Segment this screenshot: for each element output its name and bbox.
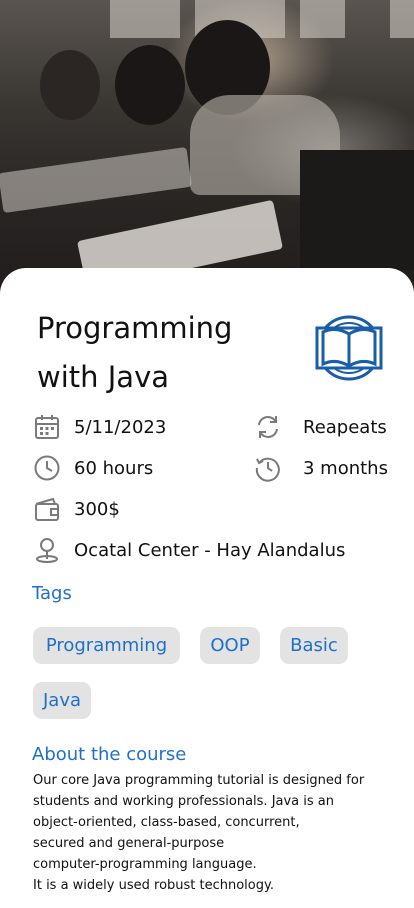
course-repeats-row: Reapeats bbox=[254, 413, 387, 441]
tag-basic[interactable]: Basic bbox=[280, 627, 348, 664]
history-icon bbox=[255, 457, 280, 482]
course-date: 5/11/2023 bbox=[74, 416, 167, 438]
course-duration: 60 hours bbox=[74, 457, 154, 479]
tag-oop[interactable]: OOP bbox=[200, 627, 260, 664]
tag-programming[interactable]: Programming bbox=[33, 627, 180, 664]
course-location-link[interactable]: Ocatal Center - Hay Alandalus bbox=[74, 540, 345, 561]
tag-java[interactable]: Java bbox=[33, 682, 91, 719]
about-heading: About the course bbox=[32, 744, 187, 765]
repeat-period: 3 months bbox=[303, 457, 388, 479]
course-location-row[interactable]: Ocatal Center - Hay Alandalus bbox=[33, 536, 345, 564]
course-date-row: 5/11/2023 bbox=[33, 413, 166, 441]
clock-icon bbox=[34, 455, 60, 481]
tags-heading: Tags bbox=[32, 583, 72, 604]
open-book-logo-icon bbox=[315, 315, 383, 381]
location-pin-icon bbox=[36, 538, 58, 563]
course-hero-image bbox=[0, 0, 414, 300]
wallet-icon bbox=[35, 497, 59, 521]
course-period-row: 3 months bbox=[254, 454, 388, 482]
about-description: Our core Java programming tutorial is de… bbox=[33, 773, 365, 893]
course-price-row: 300$ bbox=[33, 495, 120, 523]
repeats-label: Reapeats bbox=[303, 416, 387, 438]
refresh-icon bbox=[258, 416, 278, 438]
calendar-icon bbox=[35, 415, 59, 439]
course-price: 300$ bbox=[74, 498, 120, 520]
course-duration-row: 60 hours bbox=[33, 454, 153, 482]
course-title: Programming with Java bbox=[37, 311, 233, 394]
